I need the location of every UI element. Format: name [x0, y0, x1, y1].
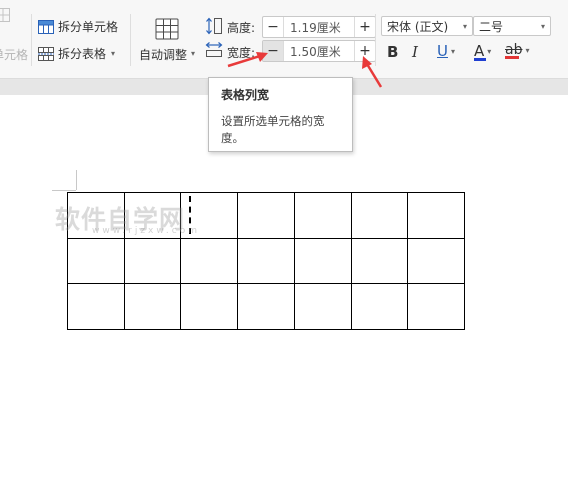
table-row [67, 237, 465, 285]
table-cell[interactable] [123, 237, 182, 285]
table-cell[interactable] [407, 237, 465, 285]
table-cell[interactable] [237, 283, 295, 330]
table-cell[interactable] [237, 237, 295, 285]
annotation-arrows [227, 52, 383, 88]
table-cell[interactable] [350, 283, 409, 330]
arrow-to-increment [362, 56, 383, 88]
table-cell[interactable] [293, 283, 352, 330]
margin-mark [76, 170, 77, 190]
margin-mark [52, 190, 76, 191]
tooltip-body: 设置所选单元格的宽度。 [221, 114, 325, 145]
table-cell[interactable] [237, 192, 295, 239]
table-cell[interactable] [67, 283, 125, 330]
table-cell[interactable] [293, 192, 352, 239]
table-cell[interactable] [407, 192, 465, 239]
table-cell[interactable] [180, 237, 239, 285]
table-cell[interactable] [350, 192, 409, 239]
arrow-to-decrement [227, 52, 268, 68]
table-cell[interactable] [293, 237, 352, 285]
watermark-url: www.rjzxw.com [92, 226, 200, 236]
table-cell[interactable] [123, 283, 182, 330]
table-cell[interactable] [67, 237, 125, 285]
table-cell[interactable] [407, 283, 465, 330]
table-cell[interactable] [350, 237, 409, 285]
table-row [67, 283, 465, 330]
table-cell[interactable] [180, 283, 239, 330]
